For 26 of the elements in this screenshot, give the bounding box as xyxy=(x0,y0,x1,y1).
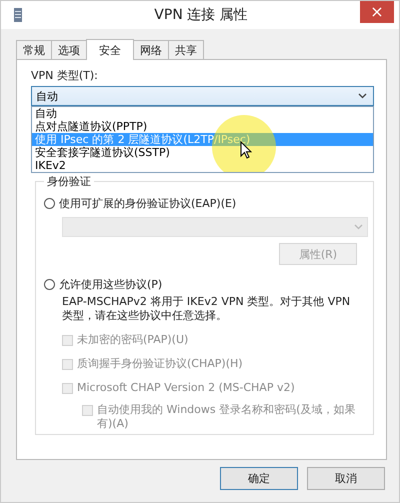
window-title: VPN 连接 属性 xyxy=(153,6,249,24)
vpn-type-label: VPN 类型(T): xyxy=(31,68,99,83)
close-button[interactable]: × xyxy=(360,1,394,23)
checkbox-label: 质询握手身份验证协议(CHAP)(H) xyxy=(77,357,243,371)
dropdown-option[interactable]: 安全套接字隧道协议(SSTP) xyxy=(32,146,373,159)
tab[interactable]: 安全 xyxy=(86,39,134,60)
group-title: 身份验证 xyxy=(44,174,94,189)
radio-label: 使用可扩展的身份验证协议(EAP)(E) xyxy=(59,196,236,211)
radio-button[interactable] xyxy=(44,279,55,290)
tab[interactable]: 共享 xyxy=(168,40,204,59)
window-icon xyxy=(14,8,22,22)
ok-button[interactable]: 确定 xyxy=(220,467,298,490)
tab[interactable]: 常规 xyxy=(16,40,52,59)
dropdown-option[interactable]: 自动 xyxy=(32,107,373,120)
dropdown-option[interactable]: IKEv2 xyxy=(32,159,373,172)
radio-label: 允许使用这些协议(P) xyxy=(59,277,162,292)
checkbox-label: 未加密的密码(PAP)(U) xyxy=(77,333,188,347)
chevron-icon xyxy=(354,224,363,230)
dropdown-option[interactable]: 点对点隧道协议(PPTP) xyxy=(32,120,373,133)
description-text: EAP-MSCHAPv2 将用于 IKEv2 VPN 类型。对于其他 VPN 类型，请在这些协议中任意选择。 xyxy=(62,295,352,323)
cancel-button[interactable]: 取消 xyxy=(307,467,385,490)
radio-button[interactable] xyxy=(44,198,55,209)
checkbox-label: Microsoft CHAP Version 2 (MS-CHAP v2) xyxy=(77,381,295,395)
vpn-type-dropdown[interactable]: 自动 xyxy=(31,86,374,106)
checkbox-label: 自动使用我的 Windows 登录名称和密码(及域，如果有)(A) xyxy=(97,403,356,431)
chevron-icon xyxy=(358,93,367,99)
